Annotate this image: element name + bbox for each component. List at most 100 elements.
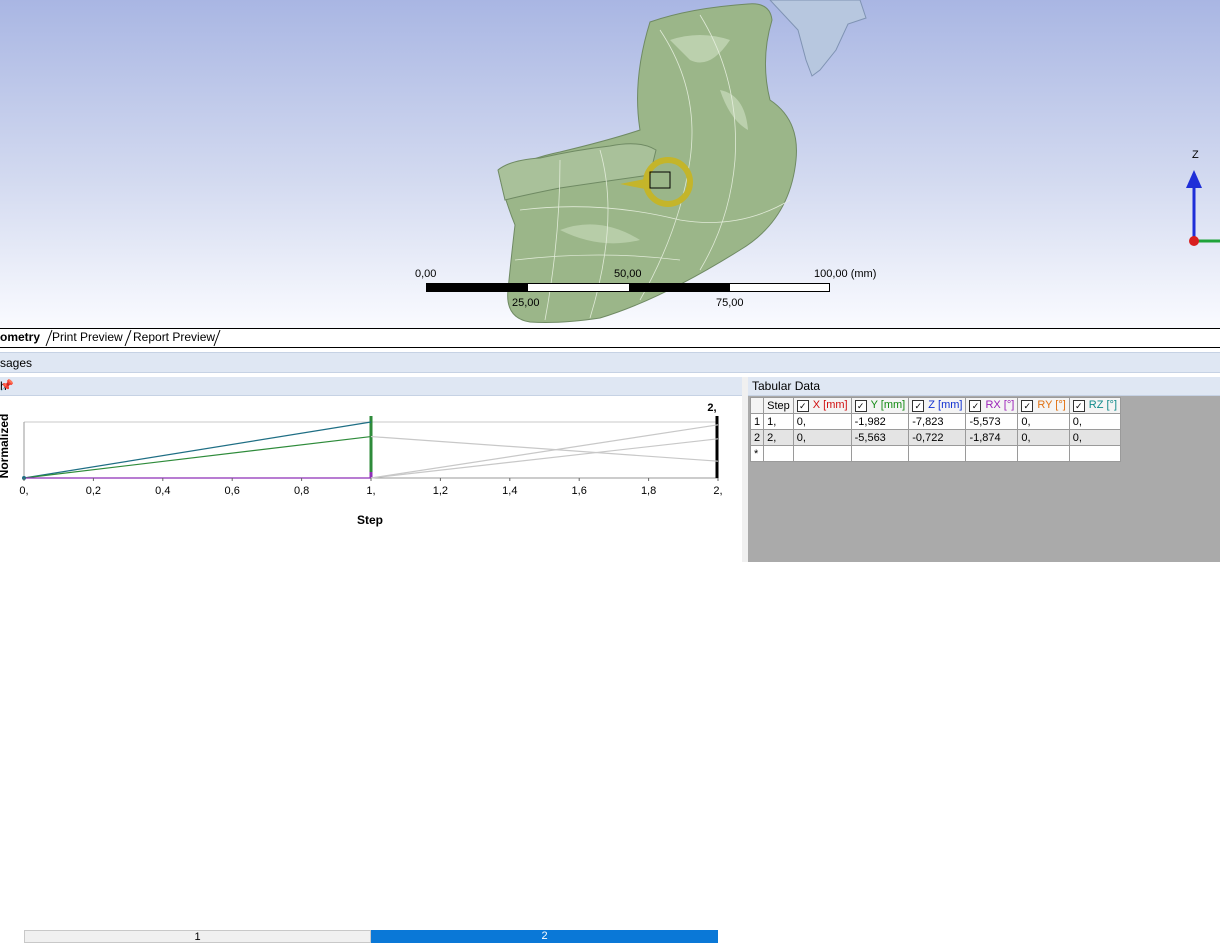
tabular-title: Tabular Data	[752, 379, 821, 393]
step-segment-1[interactable]: 1	[24, 930, 371, 943]
column-header-label: RZ [°]	[1088, 399, 1118, 411]
chart-series-line-0	[23, 421, 372, 479]
chart-tick-label: 1,6	[572, 485, 587, 497]
chart-tick-label: 0,6	[225, 485, 240, 497]
tab-report-preview[interactable]: Report Preview	[133, 329, 215, 347]
column-visibility-checkbox[interactable]: ✓	[969, 400, 982, 412]
step-segment-2[interactable]: 2	[371, 930, 718, 943]
scale-label-50: 50,00	[614, 268, 642, 280]
chart-ylabel: Normalized	[0, 414, 11, 479]
table-cell[interactable]: -5,573	[965, 413, 1019, 430]
scale-segment	[427, 284, 528, 291]
messages-title: sages	[0, 356, 33, 370]
table-column-header[interactable]: ✓ RY [°]	[1017, 397, 1070, 414]
column-visibility-checkbox[interactable]: ✓	[1021, 400, 1034, 412]
table-cell[interactable]: 0,	[1017, 413, 1070, 430]
scale-label-100: 100,00 (mm)	[814, 268, 877, 280]
column-header-label: Step	[767, 399, 790, 412]
table-column-header[interactable]: ✓ RX [°]	[965, 397, 1019, 414]
table-cell[interactable]: 0,	[1068, 429, 1122, 446]
table-cell[interactable]: 0,	[792, 413, 852, 430]
table-column-header[interactable]: ✓ X [mm]	[792, 397, 852, 414]
column-visibility-checkbox[interactable]: ✓	[1072, 400, 1085, 412]
chart-series-line-4	[370, 438, 719, 479]
chart-series-line-3	[370, 435, 719, 462]
table-column-header[interactable]: ✓ RZ [°]	[1068, 397, 1122, 414]
tab-print-preview[interactable]: Print Preview	[52, 329, 123, 347]
view-tabs: ometry Print Preview Report Preview	[0, 328, 1220, 348]
row-index-cell: 1	[749, 413, 765, 430]
table-header-row: Step ✓ X [mm] ✓ Y [mm] ✓ Z [mm] ✓ RX [°] ✓ RY [°] ✓…	[749, 397, 1122, 414]
column-header-label: Y [mm]	[870, 399, 906, 411]
column-header-label: RY [°]	[1037, 399, 1066, 411]
tab-separator	[124, 329, 132, 347]
scale-label-0: 0,00	[415, 268, 437, 280]
table-cell[interactable]: -1,982	[850, 413, 910, 430]
tab-geometry[interactable]: ometry	[0, 329, 40, 347]
messages-panel-header[interactable]: sages	[0, 352, 1220, 373]
chart-frame	[23, 416, 719, 479]
table-corner-cell	[749, 397, 765, 414]
table-cell[interactable]	[1068, 445, 1122, 462]
tab-separator	[213, 329, 221, 347]
graph-panel-header: h 📌	[0, 377, 742, 396]
chart-series-line-1	[23, 435, 372, 479]
chart-top-label: 2,	[707, 402, 716, 414]
table-cell[interactable]	[965, 445, 1019, 462]
chart-tick-label: 0,2	[86, 485, 101, 497]
table-cell[interactable]	[763, 445, 794, 462]
step-chart[interactable]: Normalized Step 2, 0, 0,2 0,4 0,6 0,8 1, 1,2 1,…	[0, 396, 742, 562]
table-cell[interactable]: -5,563	[850, 429, 910, 446]
table-cell[interactable]: -1,874	[965, 429, 1019, 446]
skull-fragment	[769, 0, 867, 77]
table-new-row[interactable]: *	[749, 445, 1122, 462]
graphics-viewport[interactable]: Z 0,00 50,00 100,00 (mm) 25,00 75,00	[0, 0, 1220, 328]
scale-label-25: 25,00	[512, 297, 540, 309]
table-column-header[interactable]: ✓ Y [mm]	[850, 397, 910, 414]
table-body: 1 1, 0, -1,982 -7,823 -5,573 0, 0, 2 2, 0, -5,563 -0…	[749, 413, 1122, 462]
table-cell[interactable]: 1,	[763, 413, 794, 430]
graph-panel[interactable]: Normalized Step 2, 0, 0,2 0,4 0,6 0,8 1, 1,2 1,…	[0, 396, 742, 943]
tabular-data-table[interactable]: Step ✓ X [mm] ✓ Y [mm] ✓ Z [mm] ✓ RX [°] ✓ RY [°] ✓…	[749, 397, 1122, 462]
column-visibility-checkbox[interactable]: ✓	[854, 400, 867, 412]
chart-tick-label: 0,	[19, 485, 28, 497]
table-row[interactable]: 1 1, 0, -1,982 -7,823 -5,573 0, 0,	[749, 413, 1122, 430]
column-visibility-checkbox[interactable]: ✓	[796, 400, 809, 412]
column-header-label: X [mm]	[812, 399, 848, 411]
column-header-label: Z [mm]	[928, 399, 963, 411]
chart-tick-label: 2,	[713, 485, 722, 497]
table-cell[interactable]: 0,	[792, 429, 852, 446]
tabular-data-panel: Step ✓ X [mm] ✓ Y [mm] ✓ Z [mm] ✓ RX [°] ✓ RY [°] ✓…	[748, 396, 1220, 562]
table-row[interactable]: 2 2, 0, -5,563 -0,722 -1,874 0, 0,	[749, 429, 1122, 446]
table-cell[interactable]: -0,722	[908, 429, 967, 446]
axis-origin	[1189, 236, 1199, 246]
table-cell[interactable]	[850, 445, 910, 462]
new-row-marker: *	[749, 445, 765, 462]
table-cell[interactable]: 0,	[1068, 413, 1122, 430]
table-column-header[interactable]: ✓ Z [mm]	[908, 397, 967, 414]
scale-bar	[426, 283, 830, 292]
scale-label-75: 75,00	[716, 297, 744, 309]
table-cell[interactable]: -7,823	[908, 413, 967, 430]
chart-tick-label: 1,2	[433, 485, 448, 497]
chart-tick-label: 1,	[366, 485, 375, 497]
chart-tick-label: 1,8	[641, 485, 656, 497]
chart-tick-label: 1,4	[502, 485, 517, 497]
table-cell[interactable]	[908, 445, 967, 462]
table-cell[interactable]	[792, 445, 852, 462]
tabular-panel-header: Tabular Data	[748, 377, 1220, 396]
chart-tick-label: 0,8	[294, 485, 309, 497]
axis-z-arrow	[1186, 170, 1202, 188]
column-visibility-checkbox[interactable]: ✓	[912, 400, 925, 412]
table-cell[interactable]: 0,	[1017, 429, 1070, 446]
chart-ticks-group: 0, 0,2 0,4 0,6 0,8 1, 1,2 1,4 1,6 1,8 2,	[19, 478, 723, 497]
chart-tick-label: 0,4	[155, 485, 170, 497]
chart-xlabel: Step	[357, 513, 383, 527]
chart-series-line-5	[370, 424, 719, 479]
table-cell[interactable]	[1017, 445, 1070, 462]
column-header-label: RX [°]	[985, 399, 1015, 411]
table-cell[interactable]: 2,	[763, 429, 794, 446]
table-column-header[interactable]: Step	[763, 397, 794, 414]
pin-icon[interactable]: 📌	[0, 379, 14, 392]
axis-z-label: Z	[1192, 149, 1199, 161]
